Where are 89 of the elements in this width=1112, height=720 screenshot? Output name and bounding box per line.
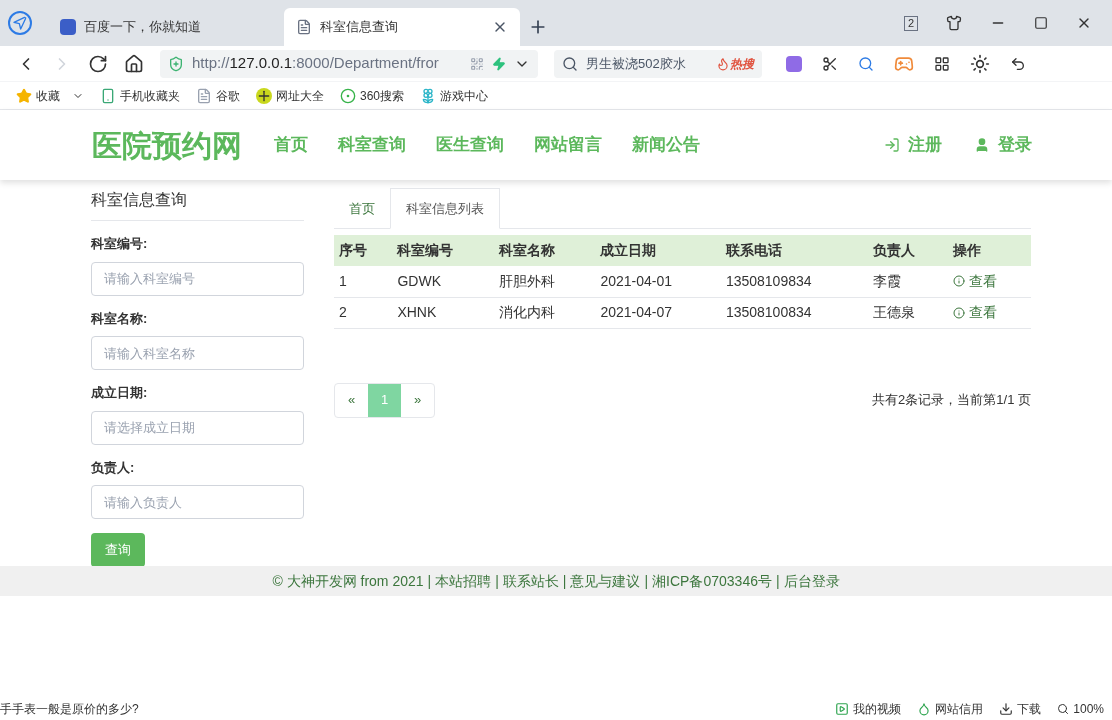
browser-tab[interactable]: 科室信息查询 [284,8,520,46]
status-text: 手手表一般是原价的多少? [0,701,140,718]
bookmark-item[interactable]: 360搜索 [340,86,405,105]
separator: | [562,571,567,591]
table-cell: 2021-04-01 [595,266,721,297]
view-link[interactable]: 查看 [952,270,1026,292]
address-field[interactable]: http://127.0.0.1:8000/Department/fror [160,49,538,78]
home-icon[interactable] [124,53,144,74]
ring-icon [340,87,356,104]
drop-icon [917,702,932,716]
footer-link[interactable]: © 大神开发网 from 2021 [272,570,424,592]
download-icon [999,702,1014,716]
sign-in-icon [884,137,900,153]
phone-icon [100,87,116,104]
shield-icon [168,55,184,72]
reload-icon[interactable] [88,53,108,74]
brightness-icon[interactable] [970,53,990,74]
info-icon [952,275,965,288]
tab-count[interactable]: 2 [903,15,918,31]
field-label: 成立日期: [91,384,149,402]
record-summary: 共有2条记录，当前第1/1 页 [872,391,1031,410]
bookmark-item[interactable]: 收藏 [16,86,84,105]
separator: | [775,571,780,591]
bookmark-item[interactable]: 手机收藏夹 [100,86,180,105]
footer-link[interactable]: 意见与建议 [570,570,641,592]
status-item[interactable]: 网站信用 [917,700,984,718]
column-header: 负责人 [867,235,948,266]
content-tab[interactable]: 科室信息列表 [390,188,500,229]
column-header: 成立日期 [595,235,721,266]
grid-icon[interactable] [934,55,950,72]
hot-search-badge[interactable]: 热搜 [716,54,754,73]
next-page-button[interactable]: » [401,383,434,417]
sidebar-title: 科室信息查询 [91,188,304,221]
input-field[interactable]: 请输入科室编号 [91,261,304,296]
search-icon [562,55,578,72]
bookmark-item[interactable]: 谷歌 [196,86,240,105]
undo-icon[interactable] [1010,55,1026,72]
status-item[interactable]: 下载 [999,700,1042,718]
bookmark-item[interactable]: 网址大全 [256,86,324,105]
user-icon [974,137,990,153]
status-item[interactable]: 我的视频 [835,700,902,718]
separator: | [495,571,499,591]
column-header: 科室编号 [392,235,494,266]
table-cell: 李霞 [867,266,948,297]
field-label: 科室编号: [91,235,149,253]
browser-tab[interactable]: 百度一下，你就知道 [48,8,284,46]
search-field[interactable]: 男生被浇502胶水 热搜 [554,49,762,78]
bookmark-item[interactable]: 游戏中心 [420,86,489,105]
table-cell: 王德泉 [867,297,948,328]
play-icon [835,702,850,716]
footer-link[interactable]: 联系站长 [502,570,559,592]
table-cell: GDWK [392,266,494,297]
table-cell: 消化内科 [493,297,596,328]
input-field[interactable]: 请选择成立日期 [91,410,304,445]
separator: | [427,571,432,591]
document-icon [196,87,212,104]
star-icon [16,87,32,104]
table-cell: 13508100834 [720,297,868,328]
table-cell: 2021-04-07 [595,297,721,328]
navigation-icon[interactable] [8,11,32,35]
column-header: 序号 [334,235,393,266]
footer-link[interactable]: 本站招聘 [435,570,492,592]
separator: | [644,571,649,591]
shirt-icon[interactable] [946,15,962,31]
field-label: 负责人: [91,458,136,477]
info-icon [952,306,965,319]
scissors-icon[interactable] [822,55,838,72]
page-icon [296,19,312,35]
input-field[interactable]: 请输入科室名称 [91,336,304,370]
table-cell: 13508109834 [720,266,868,297]
column-header: 科室名称 [493,235,596,266]
table-cell: XHNK [392,297,494,328]
column-header: 操作 [947,235,1031,266]
maximize-icon[interactable] [1034,16,1048,30]
prev-page-button[interactable]: « [335,383,368,417]
plus-icon [256,87,272,104]
zoom-level[interactable]: 100% [1057,700,1104,718]
table-cell: 1 [334,266,393,297]
table-cell: 肝胆外科 [493,266,596,297]
field-label: 科室名称: [91,309,149,328]
magnifier-icon[interactable] [858,55,874,72]
column-header: 联系电话 [720,235,868,266]
table-cell: 2 [334,297,393,328]
view-link[interactable]: 查看 [952,302,1026,323]
zoom-icon [1057,703,1070,715]
footer-link[interactable]: 湘ICP备0703346号 [652,570,772,592]
content-tab[interactable]: 首页 [334,188,390,229]
footer-link[interactable]: 后台登录 [783,570,840,592]
input-field[interactable]: 请输入负责人 [91,485,304,519]
